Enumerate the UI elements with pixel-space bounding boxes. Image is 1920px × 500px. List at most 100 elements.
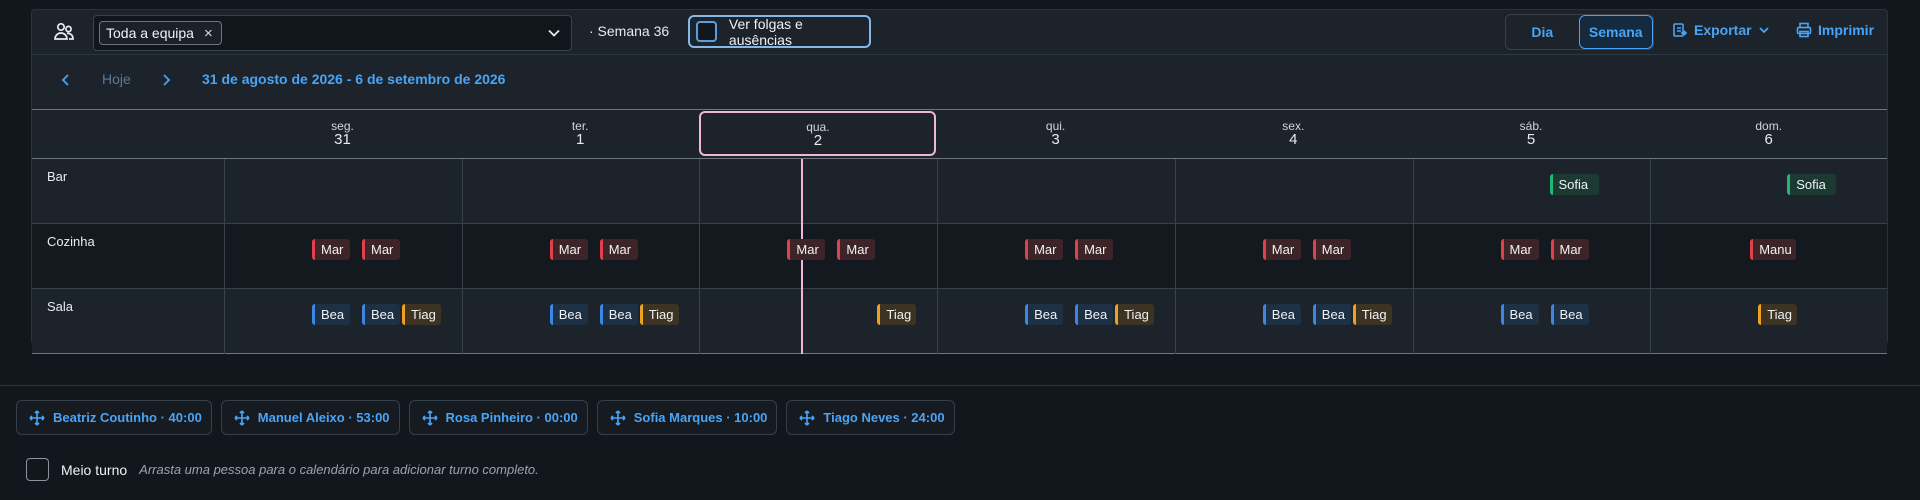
row-label: Sala bbox=[47, 299, 74, 314]
chevron-down-icon[interactable] bbox=[547, 26, 561, 40]
folgas-toggle[interactable]: Ver folgas e ausências bbox=[688, 15, 871, 48]
date-nav: Hoje 31 de agosto de 2026 - 6 de setembr… bbox=[32, 55, 1887, 109]
shift-block[interactable]: Bea bbox=[1025, 304, 1064, 325]
shift-block[interactable]: Bea bbox=[312, 304, 350, 325]
shift-block[interactable]: Tiag bbox=[639, 304, 679, 325]
row-label: Bar bbox=[47, 169, 68, 184]
shift-block[interactable]: Mar bbox=[787, 239, 826, 260]
shift-block[interactable]: Sofia bbox=[1549, 174, 1599, 195]
shift-block[interactable]: Bea bbox=[599, 304, 638, 325]
meio-turno-label: Meio turno bbox=[61, 461, 128, 478]
column-divider bbox=[224, 159, 225, 354]
shift-block[interactable]: Mar bbox=[1075, 239, 1114, 260]
meio-turno-checkbox[interactable] bbox=[26, 458, 49, 481]
row-sala: Sala bbox=[32, 289, 1887, 354]
export-icon bbox=[1673, 23, 1688, 37]
shift-block[interactable]: Mar bbox=[1025, 239, 1064, 260]
day-header[interactable]: sáb. 5 bbox=[1413, 110, 1650, 158]
printer-icon bbox=[1796, 22, 1812, 38]
shift-block[interactable]: Tiag bbox=[1352, 304, 1392, 325]
toolbar: Toda a equipa × · Semana 36 Ver folgas e… bbox=[32, 10, 1887, 54]
close-icon[interactable]: × bbox=[204, 25, 213, 42]
week-label: · Semana 36 bbox=[589, 23, 670, 39]
shift-block[interactable]: Mar bbox=[1550, 239, 1589, 260]
date-range[interactable]: 31 de agosto de 2026 - 6 de setembro de … bbox=[202, 71, 505, 87]
shift-block[interactable]: Tiag bbox=[1115, 304, 1155, 325]
meio-turno-row: Meio turno Arrasta uma pessoa para o cal… bbox=[26, 458, 539, 481]
shift-block[interactable]: Tiag bbox=[877, 304, 917, 325]
day-header-row: seg. 31 ter. 1 qua. 2 qui. 3 sex. 4 sáb. 5 dom. 6 bbox=[32, 110, 1887, 158]
shift-block[interactable]: Mar bbox=[362, 239, 400, 260]
person-chip[interactable]: Manuel Aleixo · 53:00 bbox=[220, 400, 400, 435]
shift-block[interactable]: Manu bbox=[1750, 239, 1797, 260]
person-label: Beatriz Coutinho · 40:00 bbox=[53, 410, 202, 425]
shift-block[interactable]: Mar bbox=[1312, 239, 1351, 260]
export-button[interactable]: Exportar bbox=[1672, 22, 1770, 38]
team-token-label: Toda a equipa bbox=[106, 25, 194, 41]
day-header[interactable]: dom. 6 bbox=[1650, 110, 1887, 158]
shift-block[interactable]: Sofia bbox=[1787, 174, 1837, 195]
person-chip[interactable]: Tiago Neves · 24:00 bbox=[786, 400, 955, 435]
person-chip[interactable]: Sofia Marques · 10:00 bbox=[596, 400, 778, 435]
person-label: Manuel Aleixo · 53:00 bbox=[257, 410, 390, 425]
move-icon bbox=[799, 409, 815, 426]
day-number: 2 bbox=[813, 132, 823, 149]
person-chip[interactable]: Beatriz Coutinho · 40:00 bbox=[16, 400, 212, 435]
view-toggle: Dia Semana bbox=[1505, 14, 1654, 50]
print-button[interactable]: Imprimir bbox=[1796, 22, 1874, 38]
team-icon bbox=[54, 22, 74, 40]
today-button[interactable]: Hoje bbox=[102, 71, 131, 87]
person-label: Tiago Neves · 24:00 bbox=[823, 410, 945, 425]
team-select[interactable]: Toda a equipa × bbox=[93, 15, 572, 51]
chevron-right-icon[interactable] bbox=[159, 73, 173, 87]
team-token: Toda a equipa × bbox=[99, 21, 222, 45]
day-number: 4 bbox=[1289, 131, 1298, 148]
shift-block[interactable]: Bea bbox=[1312, 304, 1351, 325]
shift-block[interactable]: Mar bbox=[549, 239, 588, 260]
day-number: 31 bbox=[334, 131, 351, 148]
chevron-down-icon bbox=[1758, 27, 1769, 34]
shift-block[interactable]: Bea bbox=[1075, 304, 1114, 325]
shift-block[interactable]: Bea bbox=[1500, 304, 1539, 325]
day-number: 1 bbox=[576, 131, 585, 148]
day-header[interactable]: seg. 31 bbox=[224, 110, 461, 158]
folgas-label: Ver folgas e ausências bbox=[728, 15, 803, 48]
column-divider bbox=[937, 159, 939, 354]
shift-block[interactable]: Mar bbox=[837, 239, 876, 260]
shift-block[interactable]: Mar bbox=[1500, 239, 1539, 260]
row-label: Cozinha bbox=[47, 234, 95, 249]
day-header[interactable]: sex. 4 bbox=[1175, 110, 1412, 158]
shift-block[interactable]: Bea bbox=[362, 304, 400, 325]
view-day-button[interactable]: Dia bbox=[1506, 15, 1579, 49]
column-divider bbox=[461, 159, 463, 354]
person-label: Sofia Marques · 10:00 bbox=[633, 410, 768, 425]
day-header[interactable]: qui. 3 bbox=[937, 110, 1174, 158]
meio-turno-hint: Arrasta uma pessoa para o calendário par… bbox=[139, 462, 539, 477]
row-cozinha: Cozinha bbox=[32, 224, 1887, 289]
export-label: Exportar bbox=[1694, 22, 1752, 38]
view-week-button[interactable]: Semana bbox=[1578, 15, 1653, 49]
shift-block[interactable]: Bea bbox=[1262, 304, 1301, 325]
print-label: Imprimir bbox=[1818, 22, 1875, 38]
person-chip[interactable]: Rosa Pinheiro · 00:00 bbox=[408, 400, 588, 435]
shift-block[interactable]: Bea bbox=[549, 304, 588, 325]
shift-block[interactable]: Tiag bbox=[402, 304, 441, 325]
chevron-left-icon[interactable] bbox=[59, 73, 73, 87]
day-number: 3 bbox=[1051, 131, 1060, 148]
column-divider bbox=[699, 159, 701, 354]
shift-block[interactable]: Mar bbox=[599, 239, 638, 260]
day-header-today[interactable]: qua. 2 bbox=[699, 111, 937, 156]
day-number: 5 bbox=[1526, 131, 1536, 148]
column-divider bbox=[1650, 159, 1652, 354]
shift-block[interactable]: Tiag bbox=[1758, 304, 1798, 325]
column-divider bbox=[1412, 159, 1414, 354]
move-icon bbox=[234, 409, 250, 426]
shift-block[interactable]: Bea bbox=[1550, 304, 1589, 325]
move-icon bbox=[29, 409, 45, 426]
folgas-checkbox[interactable] bbox=[696, 21, 717, 42]
day-header[interactable]: ter. 1 bbox=[462, 110, 699, 158]
shift-block[interactable]: Mar bbox=[312, 239, 350, 260]
divider bbox=[0, 385, 1920, 386]
shift-block[interactable]: Mar bbox=[1262, 239, 1301, 260]
people-list: Beatriz Coutinho · 40:00 Manuel Aleixo ·… bbox=[16, 400, 955, 435]
